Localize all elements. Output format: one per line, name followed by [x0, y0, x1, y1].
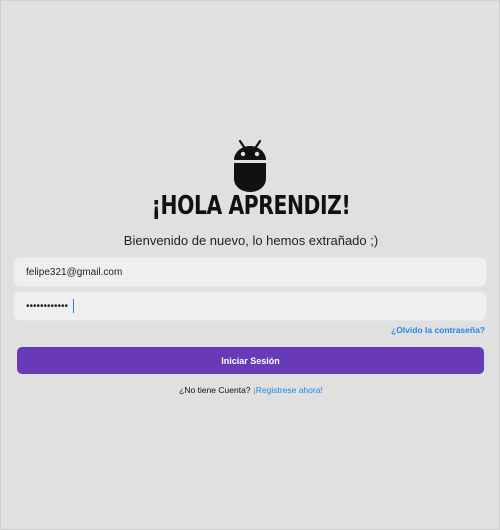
- android-icon: [234, 139, 266, 192]
- register-link[interactable]: ¡Registrese ahora!: [253, 385, 323, 395]
- login-button[interactable]: Iniciar Sesión: [17, 347, 484, 374]
- app-window: ¡HOLA APRENDIZ! Bienvenido de nuevo, lo …: [0, 0, 500, 530]
- password-field[interactable]: [14, 292, 466, 320]
- email-field[interactable]: [14, 258, 466, 286]
- forgot-password-link[interactable]: ¿Olvido la contraseña?: [391, 325, 485, 335]
- email-field-container[interactable]: [14, 258, 486, 286]
- text-caret: [73, 299, 74, 313]
- no-account-text: ¿No tiene Cuenta?: [179, 385, 251, 395]
- page-subtitle: Bienvenido de nuevo, lo hemos extrañado …: [123, 233, 379, 248]
- register-prompt: ¿No tiene Cuenta? ¡Registrese ahora!: [1, 385, 500, 395]
- page-title: ¡HOLA APRENDIZ!: [151, 191, 351, 221]
- password-field-container[interactable]: [14, 292, 486, 320]
